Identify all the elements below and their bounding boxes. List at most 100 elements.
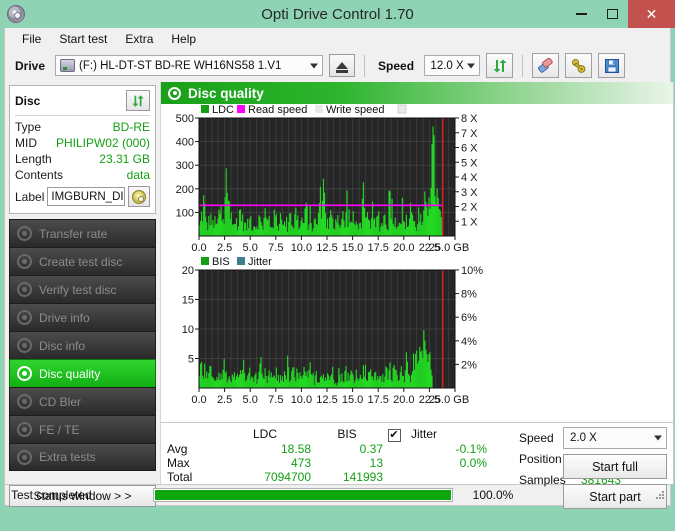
disc-row-type: Type BD-RE xyxy=(15,119,150,135)
menu-extra[interactable]: Extra xyxy=(116,30,162,48)
svg-text:2.5: 2.5 xyxy=(217,394,232,406)
page-title: Disc quality xyxy=(188,85,264,101)
svg-text:15.0: 15.0 xyxy=(342,242,363,254)
menu-start-test[interactable]: Start test xyxy=(50,30,116,48)
disc-quality-icon xyxy=(168,86,181,100)
svg-text:1 X: 1 X xyxy=(461,216,478,228)
sidebar-item-create-test-disc[interactable]: Create test disc xyxy=(9,247,156,275)
menu-help[interactable]: Help xyxy=(162,30,205,48)
speed-select[interactable]: 12.0 X xyxy=(424,55,481,76)
sidebar-item-extra-tests[interactable]: Extra tests xyxy=(9,443,156,471)
sidebar-item-label: Disc info xyxy=(39,338,86,353)
drive-label: Drive xyxy=(15,58,46,73)
stats-header-bis: BIS xyxy=(337,427,357,441)
disc-refresh-button[interactable] xyxy=(126,90,150,111)
svg-text:Read speed: Read speed xyxy=(248,104,307,116)
disc-label-row: Label IMGBURN_DIS xyxy=(15,186,150,207)
disc-label-button[interactable] xyxy=(128,186,150,207)
disc-row-length: Length 23.31 GB xyxy=(15,151,150,167)
save-button[interactable] xyxy=(598,53,626,78)
disc-row-value: PHILIPW02 (000) xyxy=(55,136,150,150)
panel-header: Disc quality xyxy=(161,82,673,104)
sidebar-item-disc-quality[interactable]: Disc quality xyxy=(9,359,156,387)
sidebar-item-drive-info[interactable]: Drive info xyxy=(9,303,156,331)
stats-avg-jitter: -0.1% xyxy=(455,442,487,456)
erase-button[interactable] xyxy=(532,53,560,78)
sidebar-item-fe-te[interactable]: FE / TE xyxy=(9,415,156,443)
svg-text:3 X: 3 X xyxy=(461,187,478,199)
disc-row-key: MID xyxy=(15,136,37,150)
disc-test-icon xyxy=(17,310,32,325)
disc-row-value: BD-RE xyxy=(112,120,150,134)
disc-row-key: Length xyxy=(15,152,52,166)
svg-text:4 X: 4 X xyxy=(461,172,478,184)
start-full-button[interactable]: Start full xyxy=(563,454,667,479)
disc-label-input[interactable]: IMGBURN_DIS xyxy=(47,187,125,206)
disc-test-icon xyxy=(17,394,32,409)
sidebar-item-verify-test-disc[interactable]: Verify test disc xyxy=(9,275,156,303)
disc-test-icon xyxy=(17,254,32,269)
sidebar-item-label: FE / TE xyxy=(39,422,80,437)
menu-file[interactable]: File xyxy=(13,30,50,48)
sidebar-item-disc-info[interactable]: Disc info xyxy=(9,331,156,359)
sidebar-item-cd-bler[interactable]: CD Bler xyxy=(9,387,156,415)
svg-text:12.5: 12.5 xyxy=(316,394,337,406)
sidebar-item-label: Create test disc xyxy=(39,254,123,269)
jitter-checkbox[interactable]: ✔ xyxy=(387,429,401,442)
svg-text:6 X: 6 X xyxy=(461,143,478,155)
svg-text:300: 300 xyxy=(176,160,194,172)
svg-text:5.0: 5.0 xyxy=(243,242,258,254)
stats-max-ldc: 473 xyxy=(290,456,311,470)
svg-text:12.5: 12.5 xyxy=(316,242,337,254)
stats-max-jitter: 0.0% xyxy=(459,456,487,470)
svg-text:17.5: 17.5 xyxy=(367,242,388,254)
tools-button[interactable] xyxy=(565,53,593,78)
disc-panel-title: Disc xyxy=(15,93,41,108)
sidebar-item-transfer-rate[interactable]: Transfer rate xyxy=(9,219,156,247)
drive-icon xyxy=(60,59,76,72)
svg-text:10%: 10% xyxy=(461,265,483,277)
save-icon xyxy=(604,58,619,73)
progress-percent: 100.0% xyxy=(472,488,514,502)
content-area: Disc Type BD-RE MID PHILIPW02 (000) Leng… xyxy=(4,82,674,509)
test-speed-select[interactable]: 2.0 X xyxy=(563,427,667,449)
tools-icon xyxy=(572,58,586,73)
svg-text:7.5: 7.5 xyxy=(268,242,283,254)
disc-row-mid: MID PHILIPW02 (000) xyxy=(15,135,150,151)
disc-test-icon xyxy=(17,282,32,297)
stats-avg-ldc: 18.58 xyxy=(280,442,311,456)
resize-grip[interactable] xyxy=(654,489,666,501)
eject-button[interactable] xyxy=(329,54,356,77)
refresh-icon xyxy=(493,59,507,72)
stats-row-key: Avg xyxy=(167,442,188,456)
drive-select[interactable]: (F:) HL-DT-ST BD-RE WH16NS58 1.V1 xyxy=(55,55,324,76)
svg-text:7 X: 7 X xyxy=(461,128,478,140)
svg-text:5 X: 5 X xyxy=(461,157,478,169)
sidebar-item-label: Verify test disc xyxy=(39,282,117,297)
svg-text:20: 20 xyxy=(182,265,194,277)
start-part-button[interactable]: Start part xyxy=(563,484,667,509)
svg-text:10.0: 10.0 xyxy=(291,242,312,254)
svg-text:20.0: 20.0 xyxy=(393,394,414,406)
stats-panel: LDC BIS ✔ Jitter Avg 18.58 0.37 -0.1% Ma… xyxy=(161,422,673,509)
disc-row-value: data xyxy=(126,168,150,182)
refresh-button[interactable] xyxy=(486,53,514,78)
test-speed-value: 2.0 X xyxy=(570,432,597,444)
svg-text:17.5: 17.5 xyxy=(367,394,388,406)
stats-max-bis: 13 xyxy=(369,456,383,470)
svg-text:400: 400 xyxy=(176,137,194,149)
svg-text:20.0: 20.0 xyxy=(393,242,414,254)
stats-total-bis: 141993 xyxy=(342,470,383,484)
cd-icon xyxy=(132,189,146,204)
progress-fill xyxy=(155,490,451,500)
stats-total-ldc: 7094700 xyxy=(264,470,311,484)
svg-text:7.5: 7.5 xyxy=(268,394,283,406)
stats-avg-bis: 0.37 xyxy=(359,442,383,456)
titlebar: Opti Drive Control 1.70 ✕ xyxy=(0,0,675,28)
disc-row-key: Contents xyxy=(15,168,64,182)
disc-row-value: 23.31 GB xyxy=(99,152,150,166)
sidebar-nav: Transfer rate Create test disc Verify te… xyxy=(9,219,156,471)
toolbar-divider xyxy=(364,54,366,77)
disc-test-icon xyxy=(17,449,32,465)
disc-test-icon xyxy=(17,366,32,381)
